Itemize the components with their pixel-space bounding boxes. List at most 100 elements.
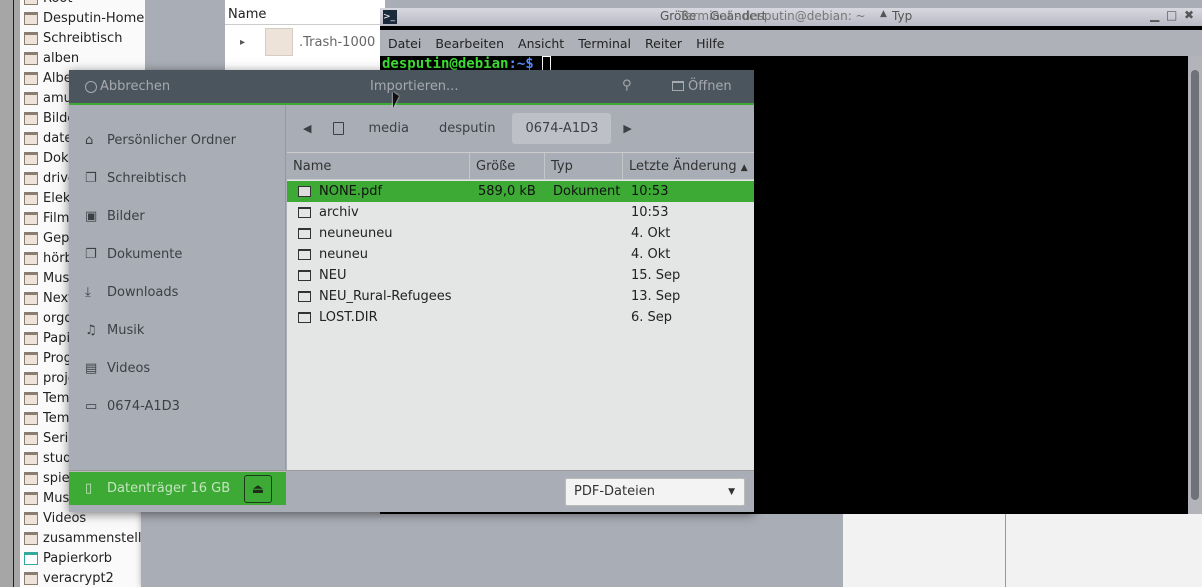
cell-name: neuneu [319,247,368,262]
cancel-button[interactable]: Abbrechen [100,79,170,94]
chevron-down-icon: ▼ [728,487,735,497]
folder-icon [298,312,311,323]
folder-icon [24,311,38,325]
sidebar-item-label: Schreibtisch [107,170,187,186]
table-row[interactable]: NONE.pdf 589,0 kB Dokument 10:53 [287,181,754,202]
drive-icon[interactable] [333,122,345,135]
sidebar-item-label: date [43,130,73,146]
sidebar-item[interactable]: Elek [24,188,70,208]
folder-icon [298,291,311,302]
sidebar-item-label: stud [43,450,72,466]
video-icon: ▤ [85,360,98,376]
table-row[interactable]: neuneuneu 4. Okt [287,223,754,244]
scrollbar[interactable] [1188,56,1202,514]
menu-item[interactable]: Hilfe [696,36,724,51]
table-row[interactable]: LOST.DIR 6. Sep [287,307,754,328]
sidebar-item-label: Desputin-Home [43,10,145,26]
cell-name: archiv [319,205,359,220]
close-button[interactable]: ✖ [1184,8,1194,22]
cell-type: Dokument [553,184,621,199]
sort-icon: ▲ [880,9,887,19]
terminal-titlebar[interactable]: >_ Größe Geändert Terminal - desputin@de… [380,8,1202,26]
folder-icon [24,71,38,85]
sidebar-item-label: Musik [107,322,145,338]
expander-icon[interactable]: ▸ [240,37,245,48]
sidebar-item[interactable]: Papierkorb [24,548,112,568]
folder-icon [24,431,38,445]
menu-item[interactable]: Ansicht [518,36,564,51]
sidebar-item[interactable]: Next [24,288,73,308]
sidebar-item[interactable]: ♫ Musik [69,311,286,349]
folder-icon [24,331,38,345]
menu-item[interactable]: Reiter [645,36,682,51]
column-size[interactable]: Größe [470,153,545,180]
forward-arrow-icon[interactable]: ▶ [623,122,631,135]
sidebar-item[interactable]: spiel [24,468,73,488]
sidebar-item[interactable]: ❐ Schreibtisch [69,159,286,197]
path-segment[interactable]: desputin [439,121,495,136]
maximize-button[interactable]: □ [1166,8,1177,22]
menu-item[interactable]: Datei [388,36,421,51]
folder-icon [24,151,38,165]
sidebar-item[interactable]: Bilde [24,108,75,128]
folder-icon [24,411,38,425]
folder-icon [24,91,38,105]
folder-icon: ▭ [85,398,98,414]
table-row[interactable]: NEU 15. Sep [287,265,754,286]
pdf-icon [298,186,311,197]
path-segment-current[interactable]: 0674-A1D3 [512,113,612,144]
sidebar-item[interactable]: Prog [24,348,72,368]
folder-icon [24,211,38,225]
column-name[interactable]: Name [287,153,470,180]
sidebar-item[interactable]: Schreibtisch [24,28,122,48]
cell-name: NONE.pdf [319,184,383,199]
table-row[interactable]: archiv 10:53 [287,202,754,223]
sidebar-item[interactable]: amu [24,88,72,108]
path-segment[interactable]: media [368,121,409,136]
sidebar-item-label: alben [43,50,80,66]
sidebar-item[interactable]: orgd [24,308,73,328]
sidebar-item[interactable]: ❐ Dokumente [69,235,286,273]
sidebar-item[interactable]: stud [24,448,71,468]
sidebar-item[interactable]: Musi [24,268,73,288]
sidebar-item[interactable]: zusammenstellu [24,528,145,548]
column-type[interactable]: Typ [545,153,623,180]
open-button[interactable]: Öffnen [688,79,732,94]
back-arrow-icon[interactable]: ◀ [303,122,311,135]
sidebar-item-label: amu [43,90,72,106]
download-icon: ⤓ [85,284,91,300]
sidebar-item[interactable]: Gepl [24,228,73,248]
sidebar-item[interactable]: ▭ 0674-A1D3 [69,387,286,425]
minimize-button[interactable]: ▁ [1150,8,1159,22]
file-filter-dropdown[interactable]: PDF-Dateien ▼ [565,478,745,506]
sidebar-item[interactable]: date [24,128,72,148]
home-icon: ⌂ [85,132,94,148]
folder-icon [24,231,38,245]
sidebar-item[interactable]: alben [24,48,79,68]
sidebar-item[interactable]: ⤓ Downloads [69,273,286,311]
sidebar-item[interactable]: Albe [24,68,72,88]
file-list: Name Größe Typ Letzte Änderung ▲ NONE.pd… [287,152,754,470]
menu-item[interactable]: Terminal [578,36,631,51]
sidebar-item-label: Prog [43,350,72,366]
sidebar-item[interactable]: ⌂ Persönlicher Ordner [69,121,286,159]
column-modified[interactable]: Letzte Änderung ▲ [623,153,754,180]
table-row[interactable]: neuneu 4. Okt [287,244,754,265]
folder-icon [24,11,38,25]
sidebar-item[interactable]: Musi [24,488,73,508]
table-row[interactable]: NEU_Rural-Refugees 13. Sep [287,286,754,307]
sidebar-item[interactable]: ▤ Videos [69,349,286,387]
scrollbar[interactable] [0,0,20,587]
sidebar-item[interactable]: hörb [24,248,73,268]
folder-icon [24,351,38,365]
list-item[interactable]: .Trash-1000 [299,35,375,50]
search-icon[interactable]: ⚲ [622,78,632,93]
sidebar-item[interactable]: Desputin-Home [24,8,144,28]
sidebar-item[interactable]: ▣ Bilder [69,197,286,235]
folder-icon [24,371,38,385]
menu-item[interactable]: Bearbeiten [435,36,504,51]
sidebar-item[interactable]: Root [24,0,72,8]
column-name[interactable]: Name [225,5,385,25]
sidebar-item-label: veracrypt2 [43,570,114,586]
sidebar-item[interactable]: veracrypt2 [24,568,114,587]
